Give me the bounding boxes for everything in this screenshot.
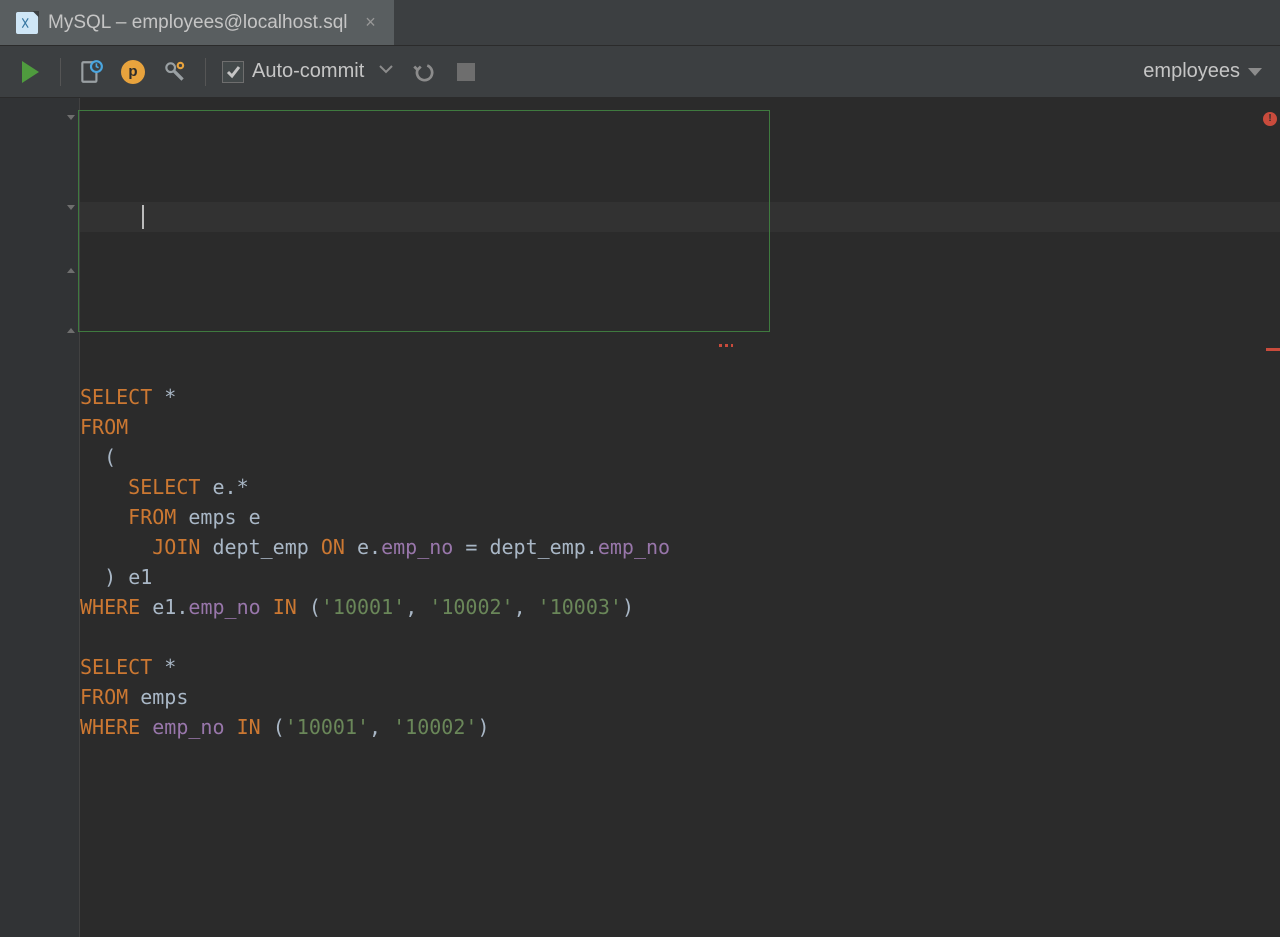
current-line-highlight	[80, 202, 1280, 232]
output-pane-button[interactable]: p	[115, 54, 151, 90]
auto-commit-checkbox[interactable]: Auto-commit	[218, 59, 400, 85]
tab-title: MySQL – employees@localhost.sql	[48, 12, 348, 34]
fold-handle[interactable]	[64, 262, 78, 276]
schema-select[interactable]: employees	[1137, 60, 1268, 83]
p-icon: p	[121, 60, 145, 84]
toolbar: p Auto-commit employees	[0, 46, 1280, 98]
tab-bar: MySQL – employees@localhost.sql ×	[0, 0, 1280, 46]
explain-plan-button[interactable]	[73, 54, 109, 90]
db-file-icon	[16, 12, 38, 34]
rollback-button[interactable]	[406, 54, 442, 90]
caret-down-icon	[1248, 68, 1262, 76]
editor[interactable]: SELECT * FROM ( SELECT e.* FROM emps e J…	[0, 98, 1280, 937]
fold-handle[interactable]	[64, 322, 78, 336]
wrench-gear-icon	[162, 59, 188, 85]
fold-handle[interactable]	[64, 112, 78, 126]
chevron-down-icon[interactable]	[376, 59, 396, 85]
text-caret	[142, 205, 144, 229]
error-squiggle	[719, 344, 733, 347]
auto-commit-label: Auto-commit	[252, 60, 364, 83]
close-icon[interactable]: ×	[364, 16, 378, 30]
tab-file[interactable]: MySQL – employees@localhost.sql ×	[0, 0, 395, 45]
checkbox-box	[222, 61, 244, 83]
code-text: SELECT * FROM ( SELECT e.* FROM emps e J…	[80, 382, 1280, 742]
gutter	[0, 98, 80, 937]
error-indicator-icon[interactable]	[1263, 112, 1277, 126]
fold-handle[interactable]	[64, 202, 78, 216]
code-area[interactable]: SELECT * FROM ( SELECT e.* FROM emps e J…	[80, 98, 1280, 937]
error-mark[interactable]	[1266, 348, 1280, 351]
undo-icon	[411, 59, 437, 85]
schema-name: employees	[1143, 60, 1240, 83]
stop-button[interactable]	[448, 54, 484, 90]
separator	[60, 58, 61, 86]
document-clock-icon	[78, 59, 104, 85]
play-icon	[22, 61, 39, 83]
run-button[interactable]	[12, 54, 48, 90]
tx-settings-button[interactable]	[157, 54, 193, 90]
separator	[205, 58, 206, 86]
stop-icon	[457, 63, 475, 81]
